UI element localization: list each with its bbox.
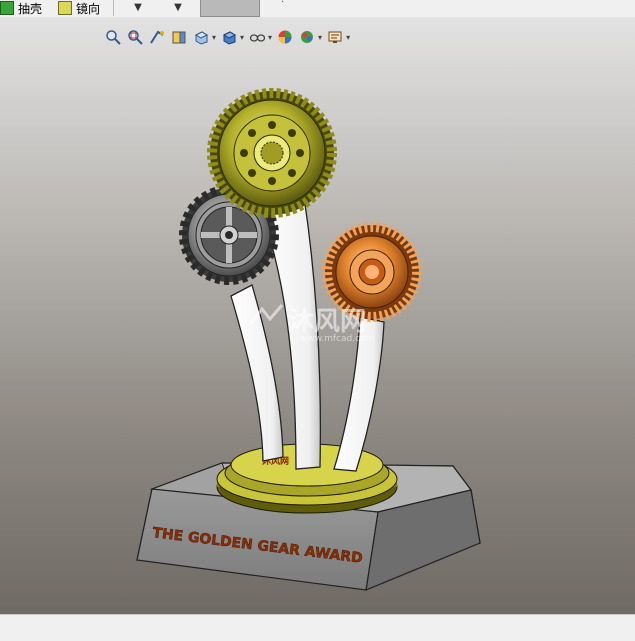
toolbar-small-mark: · bbox=[281, 0, 285, 8]
mirror-icon bbox=[58, 1, 72, 15]
watermark: 沐风网 www.mfcad.com bbox=[288, 307, 374, 344]
mirror-command[interactable]: 镜向 bbox=[58, 0, 100, 16]
trophy-model[interactable]: THE GOLDEN GEAR AWARD 沐风网 沐风网 www.mfcad.… bbox=[0, 17, 635, 614]
shell-label: 抽壳 bbox=[18, 1, 43, 16]
shell-command[interactable]: 抽壳 bbox=[0, 0, 42, 16]
command-toolbar: 抽壳 镜向 ▼ ▼ · bbox=[0, 0, 635, 18]
mirror-label: 镜向 bbox=[76, 1, 101, 16]
toolbar-divider bbox=[113, 0, 114, 16]
shell-icon bbox=[0, 1, 14, 15]
toolbar-selection-box[interactable] bbox=[200, 0, 260, 17]
copper-bevel-gear bbox=[322, 222, 422, 322]
watermark-subtext: www.mfcad.com bbox=[300, 334, 374, 344]
status-bar bbox=[0, 614, 635, 641]
dropdown-caret-icon[interactable]: ▼ bbox=[172, 2, 184, 14]
gold-helical-gear bbox=[207, 88, 337, 218]
watermark-text: 沐风网 bbox=[288, 307, 366, 337]
dropdown-caret-icon[interactable]: ▼ bbox=[132, 2, 144, 14]
